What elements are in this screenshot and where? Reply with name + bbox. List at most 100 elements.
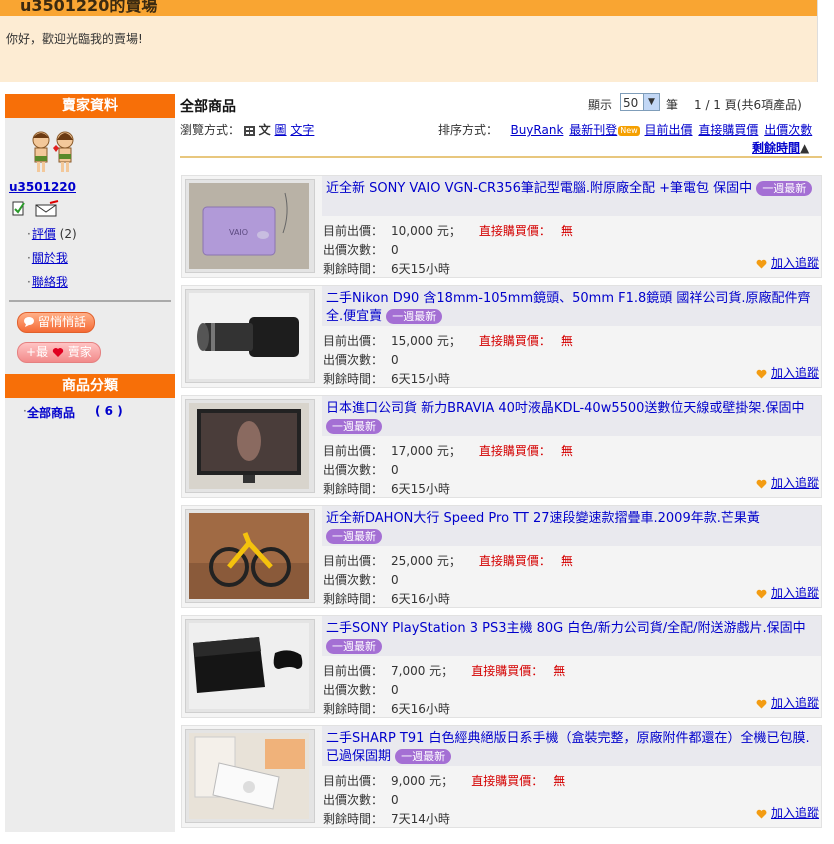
listing-price-row: 目前出價： 10,000 元； 直接購買價：無 <box>323 224 573 238</box>
listing-buynow-value: 無 <box>553 774 566 788</box>
bicycle-photo <box>189 513 309 599</box>
rating-link[interactable]: 評價 <box>32 227 56 241</box>
listing-buynow-value: 無 <box>553 664 566 678</box>
add-watch-control[interactable]: 加入追蹤 <box>756 474 819 491</box>
unit-label: 筆 <box>666 98 679 112</box>
avatar-icon <box>32 131 74 172</box>
add-watch-link[interactable]: 加入追蹤 <box>771 256 819 270</box>
week-new-badge: 一週最新 <box>326 419 382 434</box>
sort-time-row: 剩餘時間▲ <box>752 139 809 156</box>
heart-icon <box>756 259 767 268</box>
sidebar-item-rating[interactable]: ·評價 (2) <box>27 225 77 242</box>
sort-time-link[interactable]: 剩餘時間 <box>752 141 800 155</box>
listing-thumbnail[interactable]: VAIO <box>185 179 315 273</box>
seller-info-header: 賣家資料 <box>5 94 175 118</box>
sort-bids-link[interactable]: 出價次數 <box>764 123 812 137</box>
listing-title-link[interactable]: 近全新DAHON大行 Speed Pro TT 27速段變速款摺疊車.2009年… <box>326 510 816 546</box>
add-watch-control[interactable]: 加入追蹤 <box>756 804 819 821</box>
per-page-select[interactable]: 50 ▼ <box>620 93 660 111</box>
category-header: 商品分類 <box>5 374 175 398</box>
sort-buynow-link[interactable]: 直接購買價 <box>698 123 758 137</box>
greeting-box: 你好，歡迎光臨我的賣場! <box>0 16 818 82</box>
sort-buyrank-link[interactable]: BuyRank <box>510 123 563 137</box>
sidebar-item-about[interactable]: ·關於我 <box>27 249 68 266</box>
sort-newest-link[interactable]: 最新刊登 <box>569 123 617 137</box>
display-label: 顯示 <box>588 98 613 112</box>
week-new-badge: 一週最新 <box>386 309 443 324</box>
listing-bids-row: 出價次數： 0 <box>323 243 399 257</box>
greeting-text: 你好，歡迎光臨我的賣場! <box>6 32 143 46</box>
listing-title-link[interactable]: 二手Nikon D90 含18mm-105mm鏡頭、50mm F1.8鏡頭 國祥… <box>326 290 816 326</box>
sort-price-link[interactable]: 目前出價 <box>645 123 693 137</box>
listing-price-row: 目前出價： 15,000 元； 直接購買價：無 <box>323 334 573 348</box>
listing-buynow-value: 無 <box>560 334 573 348</box>
listing-bids: 0 <box>391 793 399 807</box>
listing-buynow-value: 無 <box>560 554 573 568</box>
phone-photo <box>189 733 309 819</box>
seller-username-link[interactable]: u3501220 <box>9 180 76 194</box>
listing-thumbnail[interactable] <box>185 509 315 603</box>
rating-count: (2) <box>59 227 77 241</box>
listing-title-band: 近全新 SONY VAIO VGN-CR356筆記型電腦.附原廠全配 +筆電包 … <box>322 176 821 216</box>
sidebar-item-contact[interactable]: ·聯絡我 <box>27 273 68 290</box>
listing-buynow-value: 無 <box>560 224 573 238</box>
listing-price: 15,000 元； <box>391 334 461 348</box>
favorite-seller-button[interactable]: +最 賣家 <box>17 342 101 363</box>
add-watch-control[interactable]: 加入追蹤 <box>756 584 819 601</box>
listing-title-link[interactable]: 二手SONY PlayStation 3 PS3主機 80G 白色/新力公司貨/… <box>326 620 816 656</box>
add-watch-link[interactable]: 加入追蹤 <box>771 366 819 380</box>
chevron-down-icon[interactable]: ▼ <box>643 94 659 110</box>
listing-title-band: 近全新DAHON大行 Speed Pro TT 27速段變速款摺疊車.2009年… <box>322 506 821 546</box>
listing-time: 6天16小時 <box>391 702 450 716</box>
add-watch-link[interactable]: 加入追蹤 <box>771 586 819 600</box>
listing-thumbnail[interactable] <box>185 289 315 383</box>
listing-time: 6天16小時 <box>391 592 450 606</box>
about-me-link[interactable]: 關於我 <box>32 251 68 265</box>
listing-price: 9,000 元； <box>391 774 454 788</box>
laptop-photo: VAIO <box>189 183 309 269</box>
listing-title-band: 二手Nikon D90 含18mm-105mm鏡頭、50mm F1.8鏡頭 國祥… <box>322 286 821 326</box>
add-watch-link[interactable]: 加入追蹤 <box>771 696 819 710</box>
view-picture-link[interactable]: 圖 <box>275 123 287 137</box>
add-watch-control[interactable]: 加入追蹤 <box>756 254 819 271</box>
leave-message-button[interactable]: 留悄悄話 <box>17 312 96 333</box>
tv-photo <box>189 403 309 489</box>
svg-text:VAIO: VAIO <box>229 228 248 237</box>
listing-thumbnail[interactable] <box>185 619 315 713</box>
listing-time-row: 剩餘時間： 6天15小時 <box>323 482 450 496</box>
listing-title-band: 日本進口公司貨 新力BRAVIA 40吋液晶KDL-40w5500送數位天線或壁… <box>322 396 821 436</box>
week-new-badge: 一週最新 <box>756 181 813 196</box>
listing-price-row: 目前出價： 17,000 元； 直接購買價：無 <box>323 444 573 458</box>
listing-time-row: 剩餘時間： 6天16小時 <box>323 592 450 606</box>
listing-thumbnail[interactable] <box>185 399 315 493</box>
category-all-link[interactable]: 全部商品 <box>27 404 75 421</box>
add-watch-control[interactable]: 加入追蹤 <box>756 364 819 381</box>
listing-price: 7,000 元； <box>391 664 454 678</box>
add-watch-control[interactable]: 加入追蹤 <box>756 694 819 711</box>
listing-title-link[interactable]: 二手SHARP T91 白色經典絕版日系手機（盒裝完整，原廠附件都還在）全機已包… <box>326 730 816 766</box>
week-new-badge: 一週最新 <box>395 749 452 764</box>
listing-time-row: 剩餘時間： 6天16小時 <box>323 702 450 716</box>
listing-title-link[interactable]: 近全新 SONY VAIO VGN-CR356筆記型電腦.附原廠全配 +筆電包 … <box>326 180 816 198</box>
listing-bids-row: 出價次數： 0 <box>323 573 399 587</box>
listing-item: 二手Nikon D90 含18mm-105mm鏡頭、50mm F1.8鏡頭 國祥… <box>181 285 822 388</box>
listing-time-row: 剩餘時間： 6天15小時 <box>323 372 450 386</box>
sort-asc-icon: ▲ <box>800 141 810 155</box>
listing-price: 10,000 元； <box>391 224 461 238</box>
listing-thumbnail[interactable] <box>185 729 315 823</box>
store-header-bar: u3501220的賣場 <box>0 0 818 16</box>
add-watch-link[interactable]: 加入追蹤 <box>771 806 819 820</box>
listing-buynow-value: 無 <box>560 444 573 458</box>
heart-icon <box>52 348 64 357</box>
heart-icon <box>756 809 767 818</box>
week-new-badge: 一週最新 <box>326 529 382 544</box>
listing-title-link[interactable]: 日本進口公司貨 新力BRAVIA 40吋液晶KDL-40w5500送數位天線或壁… <box>326 400 816 436</box>
contact-me-link[interactable]: 聯絡我 <box>32 275 68 289</box>
grid-view-icon <box>243 125 255 136</box>
listing-time: 6天15小時 <box>391 482 450 496</box>
listing-item: 日本進口公司貨 新力BRAVIA 40吋液晶KDL-40w5500送數位天線或壁… <box>181 395 822 498</box>
view-text-link[interactable]: 文字 <box>290 123 314 137</box>
page-title: 全部商品 <box>180 99 236 115</box>
add-watch-link[interactable]: 加入追蹤 <box>771 476 819 490</box>
listing-item: 二手SHARP T91 白色經典絕版日系手機（盒裝完整，原廠附件都還在）全機已包… <box>181 725 822 828</box>
